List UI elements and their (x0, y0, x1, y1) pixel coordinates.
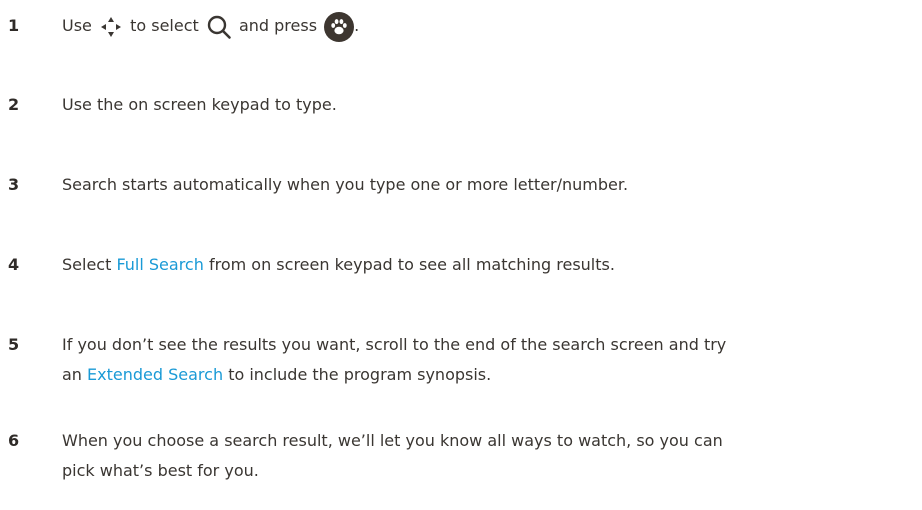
step-text-after: from on screen keypad to see all matchin… (208, 255, 615, 274)
step-text-line-1: If you don’t see the results you want, s… (62, 335, 727, 354)
search-icon (206, 14, 232, 40)
step-text-before: Select (62, 255, 112, 274)
step-text-after: to include the program synopsis. (228, 365, 492, 384)
step-number: 2 (8, 95, 20, 114)
step-number: 6 (8, 431, 20, 450)
dpad-arrows-icon (99, 15, 123, 39)
step-text: Search starts automatically when you typ… (62, 175, 629, 194)
step-text-line-2: pick what’s best for you. (62, 461, 259, 480)
step-text: If you don’t see the results you want, s… (62, 330, 920, 390)
extended-search-link[interactable]: Extended Search (87, 365, 223, 384)
step-text: Use the on screen keypad to type. (62, 95, 337, 114)
step-text: Use to select and press . (62, 11, 920, 42)
step-text: When you choose a search result, we’ll l… (62, 426, 920, 486)
step-text-to-select: to select (130, 16, 199, 35)
step-number: 3 (8, 175, 20, 194)
step-text-period: . (354, 16, 360, 35)
paw-button-icon (324, 11, 355, 42)
step-number: 5 (8, 335, 20, 354)
step-text-and-press: and press (238, 16, 318, 35)
step-text-use: Use (62, 16, 92, 35)
full-search-link[interactable]: Full Search (116, 255, 203, 274)
step-text-before: an (62, 365, 82, 384)
step-text-line-2: an Extended Search to include the progra… (62, 360, 920, 390)
step-number: 1 (8, 16, 20, 35)
step-text-line-1: When you choose a search result, we’ll l… (62, 431, 723, 450)
step-number: 4 (8, 255, 20, 274)
step-text: Select Full Search from on screen keypad… (62, 250, 920, 280)
